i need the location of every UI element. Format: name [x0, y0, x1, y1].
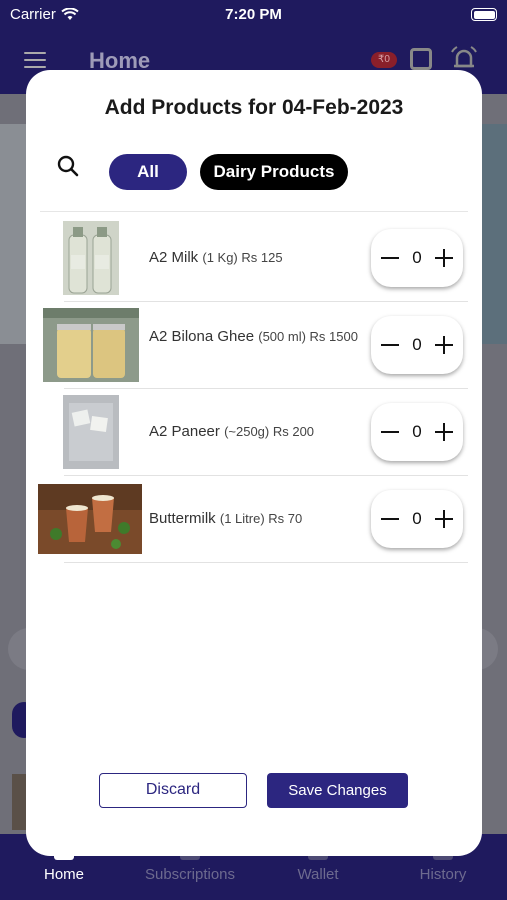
add-products-modal: Add Products for 04-Feb-2023 All Dairy P…: [26, 70, 482, 856]
clock: 7:20 PM: [225, 6, 282, 23]
product-title: Buttermilk: [149, 510, 216, 527]
status-bar: Carrier 7:20 PM: [0, 0, 507, 30]
plus-icon: [435, 510, 453, 528]
tab-label: Home: [43, 866, 84, 883]
modal-title: Add Products for 04-Feb-2023: [104, 96, 404, 119]
filter-all[interactable]: All: [109, 154, 187, 190]
quantity-stepper: 0: [371, 403, 463, 461]
product-detail: (1 Kg) Rs 125: [202, 250, 283, 265]
increment-button[interactable]: [433, 508, 455, 530]
product-title: A2 Milk: [149, 249, 199, 266]
paneer-block-image: [63, 395, 119, 469]
product-name: Buttermilk (1 Litre) Rs 70: [149, 510, 365, 528]
ghee-jars-image: [43, 308, 139, 382]
filter-dairy-products[interactable]: Dairy Products: [200, 154, 348, 190]
discard-button[interactable]: Discard: [99, 773, 247, 808]
product-name: A2 Paneer (~250g) Rs 200: [149, 423, 365, 441]
increment-button[interactable]: [433, 334, 455, 356]
product-row-a2-paneer: A2 Paneer (~250g) Rs 200 0: [40, 389, 468, 476]
plus-icon: [435, 249, 453, 267]
minus-icon: [381, 257, 399, 259]
wallet-balance-badge: ₹0: [371, 52, 397, 68]
product-detail: (500 ml) Rs 1500: [258, 329, 358, 344]
quantity-stepper: 0: [371, 229, 463, 287]
increment-button[interactable]: [433, 421, 455, 443]
decrement-button[interactable]: [379, 508, 401, 530]
divider: [40, 211, 468, 212]
save-changes-button[interactable]: Save Changes: [267, 773, 408, 808]
product-title: A2 Bilona Ghee: [149, 328, 255, 345]
tab-label: Subscriptions: [144, 866, 236, 883]
increment-button[interactable]: [433, 247, 455, 269]
search-icon[interactable]: [56, 154, 80, 178]
battery-icon: [471, 8, 497, 21]
plus-icon: [435, 423, 453, 441]
product-detail: (1 Litre) Rs 70: [219, 511, 303, 526]
wallet-icon[interactable]: [410, 48, 432, 70]
quantity-value: 0: [412, 422, 422, 441]
promo-banner-next: [482, 124, 507, 344]
quantity-stepper: 0: [371, 316, 463, 374]
row-divider: [64, 562, 468, 563]
product-name: A2 Milk (1 Kg) Rs 125: [149, 249, 365, 267]
quantity-stepper: 0: [371, 490, 463, 548]
quantity-value: 0: [412, 248, 422, 267]
product-row-a2-milk: A2 Milk (1 Kg) Rs 125 0: [40, 215, 468, 302]
plus-icon: [435, 336, 453, 354]
decrement-button[interactable]: [379, 421, 401, 443]
product-row-a2-bilona-ghee: A2 Bilona Ghee (500 ml) Rs 1500 0: [40, 302, 468, 389]
milk-bottles-image: [63, 221, 119, 295]
product-title: A2 Paneer: [149, 423, 220, 440]
tab-label: Wallet: [297, 866, 339, 883]
product-name: A2 Bilona Ghee (500 ml) Rs 1500: [149, 328, 365, 346]
minus-icon: [381, 344, 399, 346]
menu-icon[interactable]: [24, 52, 46, 68]
minus-icon: [381, 431, 399, 433]
product-detail: (~250g) Rs 200: [224, 424, 315, 439]
tab-label: History: [419, 866, 467, 883]
quantity-value: 0: [412, 335, 422, 354]
decrement-button[interactable]: [379, 247, 401, 269]
decrement-button[interactable]: [379, 334, 401, 356]
product-row-buttermilk: Buttermilk (1 Litre) Rs 70 0: [38, 476, 468, 563]
minus-icon: [381, 518, 399, 520]
buttermilk-cups-image: [38, 484, 142, 554]
quantity-value: 0: [412, 509, 422, 528]
